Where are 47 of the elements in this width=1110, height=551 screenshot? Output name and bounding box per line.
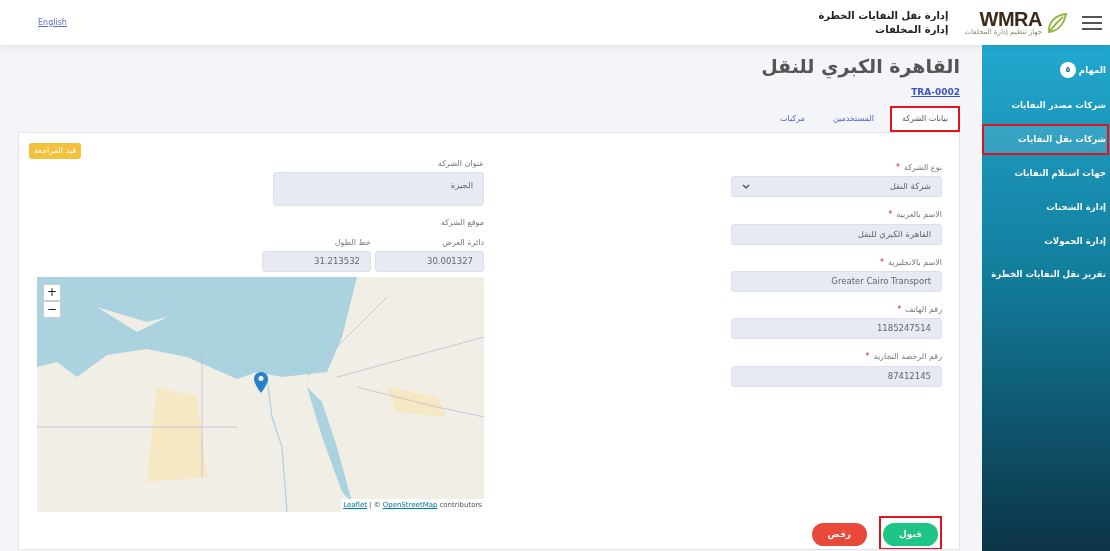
- menu-icon[interactable]: [1082, 15, 1102, 30]
- tab[interactable]: بيانات الشركة: [889, 105, 960, 132]
- sidebar-item[interactable]: إدارة الشحنات: [982, 191, 1109, 223]
- sidebar-item[interactable]: جهات استلام النفايات: [982, 157, 1109, 189]
- tab[interactable]: المستخدمين: [820, 105, 886, 132]
- field-label: رقم الهاتف: [905, 304, 942, 316]
- location-pin-icon: [254, 371, 268, 393]
- field-label: نوع الشركة: [904, 162, 942, 174]
- sidebar-item[interactable]: المهام ٥: [982, 53, 1109, 87]
- required-mark: *: [896, 162, 900, 174]
- field-label: الاسم بالعربية: [896, 210, 942, 221]
- field-label: خط الطول: [333, 237, 371, 248]
- header-title: إدارة المخلفات: [874, 22, 949, 36]
- sidebar-item[interactable]: شركات مصدر النفايات: [982, 90, 1109, 121]
- required-mark: *: [880, 257, 885, 268]
- input-field[interactable]: 1185247514: [731, 318, 942, 340]
- tab[interactable]: مركبات: [768, 105, 817, 132]
- required-mark: *: [897, 304, 902, 316]
- chevron-down-icon: [742, 184, 750, 190]
- select-field[interactable]: شركة النقل: [731, 176, 942, 198]
- field-label: دائرة العرض: [441, 237, 484, 248]
- required-mark: *: [888, 210, 893, 221]
- input-field[interactable]: 31.213532: [262, 250, 371, 272]
- input-field[interactable]: 30.001327: [375, 250, 484, 272]
- sidebar-item[interactable]: إدارة الحمولات: [982, 225, 1109, 257]
- company-code-link[interactable]: TRA-0002: [911, 85, 960, 100]
- field-label: موقع الشركة: [439, 218, 484, 229]
- logo-text: WMRA: [979, 9, 1042, 29]
- field-label: عنوان الشركة: [436, 158, 484, 170]
- field-label: رقم الرخصة التجارية: [873, 352, 942, 363]
- select-value: شركة النقل: [889, 180, 931, 194]
- input-field[interactable]: Greater Cairo Transport: [731, 270, 942, 292]
- required-mark: *: [865, 352, 870, 363]
- sidebar-item[interactable]: تقرير نقل النفايات الخطرة: [982, 259, 1109, 291]
- header-title: إدارة نقل النفايات الخطرة: [818, 9, 949, 23]
- leaf-icon: [1046, 11, 1068, 34]
- input-field[interactable]: 87412145: [731, 365, 942, 387]
- sidebar-item-label: المهام: [1078, 63, 1106, 77]
- reject-button[interactable]: رفض: [811, 522, 867, 547]
- sidebar-item[interactable]: شركات نقل النفايات: [982, 123, 1109, 155]
- count-badge: ٥: [1059, 62, 1076, 78]
- page-title: القاهرة الكبري للنقل: [760, 55, 960, 78]
- language-link[interactable]: English: [38, 16, 67, 29]
- field-label: الاسم بالانجليزية: [888, 257, 942, 268]
- status-badge: قيد المراجعة: [29, 142, 81, 159]
- textarea-field[interactable]: الجيزة: [273, 172, 484, 207]
- input-field[interactable]: القاهرة الكبري للنقل: [731, 223, 942, 245]
